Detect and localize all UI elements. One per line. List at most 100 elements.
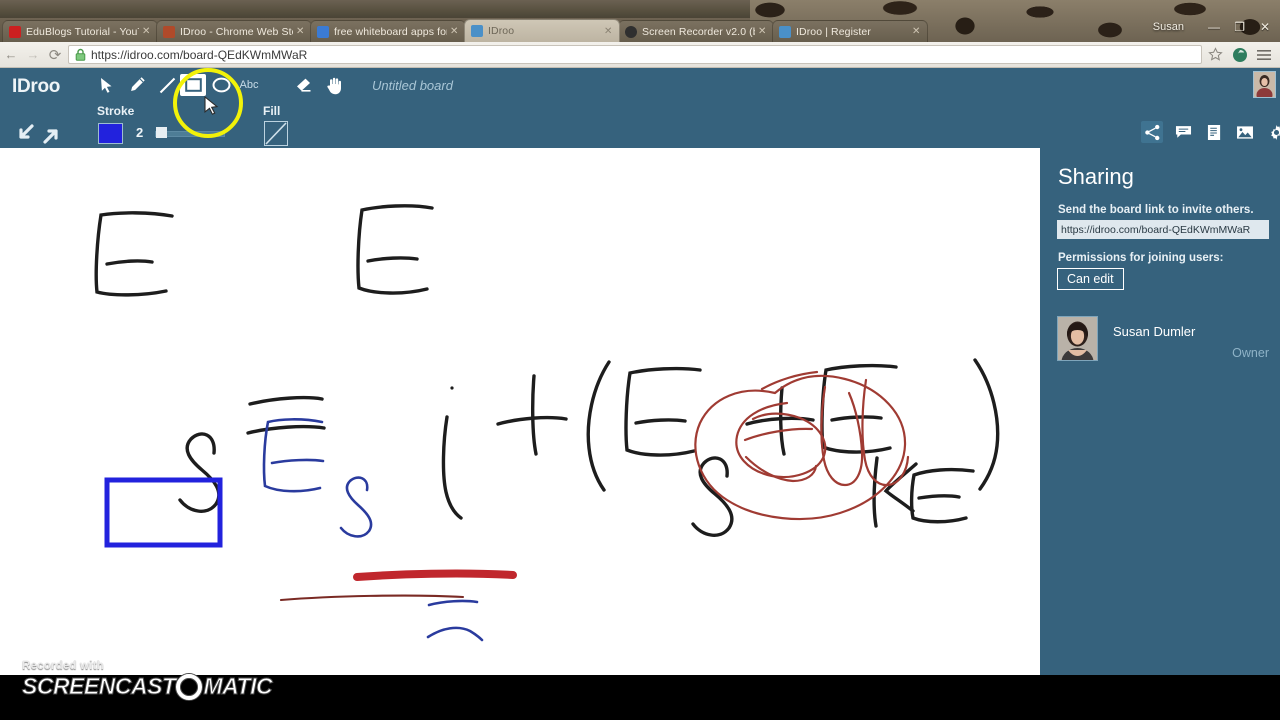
tab-title: Screen Recorder v2.0 (be <box>642 25 755 38</box>
permissions-value: Can edit <box>1067 272 1114 286</box>
images-panel-button[interactable] <box>1234 121 1256 143</box>
share-icon <box>1144 124 1159 140</box>
restore-button[interactable]: ❐ <box>1234 20 1245 34</box>
stroke-color-swatch[interactable] <box>98 123 123 144</box>
eraser-icon <box>297 78 311 92</box>
canvas-drawings <box>94 204 1000 642</box>
redo-button[interactable] <box>42 123 64 145</box>
youtube-icon <box>9 25 21 38</box>
sharing-panel: Sharing Send the board link to invite ot… <box>1040 148 1280 675</box>
close-icon[interactable]: ✕ <box>758 26 767 37</box>
ellipse-icon <box>212 77 230 93</box>
watermark-logo: SCREENCAST MATIC <box>21 673 273 700</box>
user-avatar <box>1254 72 1275 97</box>
chat-panel-button[interactable] <box>1172 121 1194 143</box>
rectangle-tool[interactable] <box>180 74 206 96</box>
undo-button[interactable] <box>13 123 35 145</box>
browser-tab[interactable]: IDroo - Chrome Web Stor ✕ <box>156 20 312 42</box>
idroo-icon <box>471 25 483 37</box>
browser-tab[interactable]: EduBlogs Tutorial - YouTu ✕ <box>2 20 158 42</box>
watermark-word-matic: MATIC <box>203 673 273 700</box>
user-list-item: Susan Dumler Owner <box>1057 316 1269 364</box>
handwritten-equation-bottom <box>262 418 484 642</box>
browser-tab[interactable]: IDroo | Register ✕ <box>772 20 928 42</box>
board-link-value: https://idroo.com/board-QEdKWmMWaR <box>1061 223 1251 236</box>
tab-title: IDroo | Register <box>796 25 871 38</box>
red-scribble-ellipse <box>694 370 910 521</box>
reload-icon[interactable]: ⟳ <box>44 46 66 64</box>
no-fill-icon <box>265 122 287 145</box>
idroo-icon <box>779 25 791 38</box>
recorder-icon <box>625 25 637 38</box>
screen-root: EduBlogs Tutorial - YouTu ✕ IDroo - Chro… <box>0 0 1280 720</box>
back-arrow-icon[interactable]: ← <box>0 47 22 62</box>
text-tool[interactable]: Abc <box>237 74 261 96</box>
tab-title: IDroo - Chrome Web Stor <box>180 25 293 38</box>
board-title[interactable]: Untitled board <box>372 78 453 93</box>
forward-arrow-icon[interactable]: → <box>22 47 44 62</box>
tab-title: EduBlogs Tutorial - YouTu <box>26 25 139 38</box>
sharing-panel-title: Sharing <box>1058 164 1134 189</box>
fill-color-swatch[interactable] <box>264 121 288 146</box>
os-username: Susan <box>1152 21 1184 33</box>
documents-panel-button[interactable] <box>1203 121 1225 143</box>
tab-title: free whiteboard apps for <box>334 25 447 38</box>
google-icon <box>317 25 329 38</box>
permissions-dropdown[interactable]: Can edit <box>1057 268 1124 290</box>
watermark-word-screencast: SCREENCAST <box>21 673 176 700</box>
line-tool[interactable] <box>154 74 180 96</box>
idroo-logo: IDroo <box>12 76 61 97</box>
red-thick-line <box>353 569 517 581</box>
watermark-ring-icon <box>176 673 203 700</box>
invite-label: Send the board link to invite others. <box>1058 204 1254 216</box>
pan-tool[interactable] <box>322 74 348 96</box>
undo-arrow-icon <box>19 124 34 139</box>
susan-avatar <box>1058 317 1097 360</box>
browser-toolbar: ← → ⟳ https://idroo.com/board-QEdKWmMWaR <box>0 42 1280 68</box>
pencil-tool[interactable] <box>124 74 150 96</box>
close-icon[interactable]: ✕ <box>142 26 151 37</box>
board-link-input[interactable]: https://idroo.com/board-QEdKWmMWaR <box>1057 220 1269 239</box>
select-tool[interactable] <box>93 74 119 96</box>
close-icon[interactable]: ✕ <box>604 26 613 37</box>
settings-panel-button[interactable] <box>1265 121 1280 143</box>
cursor-arrow-icon <box>100 77 111 93</box>
screencast-watermark: Recorded with SCREENCAST MATIC <box>21 660 273 700</box>
star-icon[interactable] <box>1208 47 1223 62</box>
browser-tab[interactable]: free whiteboard apps for ✕ <box>310 20 466 42</box>
browser-toolbar-right <box>1208 47 1280 63</box>
rectangle-icon <box>184 78 202 92</box>
url-text: https://idroo.com/board-QEdKWmMWaR <box>91 47 308 62</box>
user-role-badge: Owner <box>1232 346 1269 360</box>
browser-tab-active[interactable]: IDroo ✕ <box>464 19 620 42</box>
os-title-bar <box>0 0 1280 18</box>
extension-icon[interactable] <box>1232 47 1248 63</box>
hamburger-menu-icon[interactable] <box>1257 48 1271 62</box>
stroke-label: Stroke <box>97 104 135 118</box>
chrome-store-icon <box>163 25 175 38</box>
ellipse-tool[interactable] <box>208 74 234 96</box>
browser-tab[interactable]: Screen Recorder v2.0 (be ✕ <box>618 20 774 42</box>
close-icon[interactable]: ✕ <box>450 26 459 37</box>
stroke-width-value: 2 <box>136 125 144 140</box>
text-abc-icon: Abc <box>239 79 259 91</box>
close-icon[interactable]: ✕ <box>296 26 305 37</box>
watermark-recorded-with: Recorded with <box>22 660 104 672</box>
share-panel-button[interactable] <box>1141 121 1163 143</box>
pencil-icon <box>131 77 145 91</box>
address-bar[interactable]: https://idroo.com/board-QEdKWmMWaR <box>68 45 1202 64</box>
padlock-icon <box>75 48 86 61</box>
image-icon <box>1237 125 1253 139</box>
stroke-width-slider-knob[interactable] <box>156 127 167 138</box>
eraser-tool[interactable] <box>292 74 318 96</box>
close-window-button[interactable]: ✕ <box>1260 20 1270 34</box>
whiteboard-canvas[interactable] <box>0 148 1040 675</box>
minimize-button[interactable]: — <box>1208 20 1220 34</box>
redo-arrow-icon <box>43 129 58 144</box>
gear-icon <box>1270 124 1280 140</box>
permissions-label: Permissions for joining users: <box>1058 252 1224 264</box>
tab-title: IDroo <box>488 25 515 37</box>
toolbar-user-avatar[interactable] <box>1253 71 1276 98</box>
document-icon <box>1207 124 1220 140</box>
close-icon[interactable]: ✕ <box>912 26 921 37</box>
